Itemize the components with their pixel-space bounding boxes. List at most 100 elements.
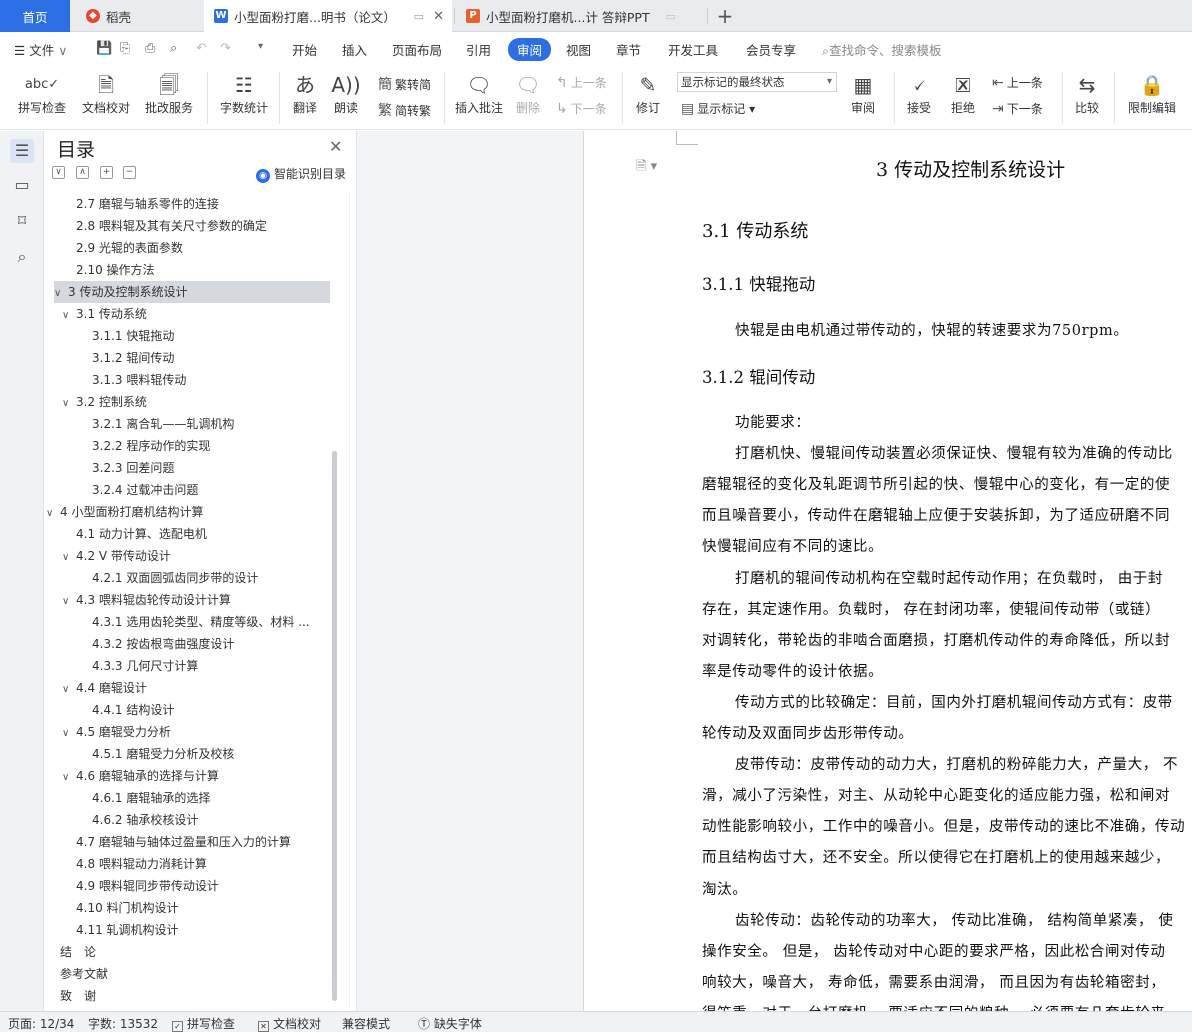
chevron-down-icon[interactable]: ∨: [62, 393, 76, 413]
menu-insert[interactable]: 插入: [342, 40, 367, 59]
accept-button[interactable]: 🗸 接受: [902, 70, 936, 116]
file-menu[interactable]: ☰ 文件 ∨: [14, 40, 67, 59]
toc-item[interactable]: ∨ 4.6 磨辊轴承的选择与计算: [62, 765, 334, 787]
toc-item[interactable]: 4.3.1 选用齿轮类型、精度等级、材料 ...: [78, 611, 334, 633]
toc-item[interactable]: ∨ 4.5 磨辊受力分析: [62, 721, 334, 743]
menu-review[interactable]: 审阅: [508, 38, 552, 61]
toc-item[interactable]: ∨ 3.1 传动系统: [62, 303, 334, 325]
missing-font-status[interactable]: Ⓣ 缺失字体: [418, 1015, 482, 1032]
toc-item[interactable]: 4.2.1 双面圆弧齿同步带的设计: [78, 567, 334, 589]
chevron-down-icon[interactable]: ∨: [62, 723, 76, 743]
quick-access-more-icon[interactable]: ▾: [258, 41, 263, 52]
toc-item[interactable]: 3.2.2 程序动作的实现: [78, 435, 334, 457]
proofread-status[interactable]: ✕ 文档校对: [258, 1015, 321, 1032]
toc-item[interactable]: 2.10 操作方法: [62, 259, 334, 281]
simp-to-trad-button[interactable]: 繁简转繁: [378, 100, 431, 120]
show-marks-button[interactable]: ▤ 显示标记 ▾: [681, 100, 755, 117]
spell-check-status[interactable]: ✓ 拼写检查: [172, 1015, 235, 1032]
delete-comment-button[interactable]: 🗨 删除: [510, 70, 546, 116]
toc-item[interactable]: 2.9 光辊的表面参数: [62, 237, 334, 259]
chapter-nav-icon[interactable]: ▭: [10, 173, 34, 197]
menu-start[interactable]: 开始: [292, 40, 317, 59]
chevron-down-icon[interactable]: ∨: [62, 305, 76, 325]
toc-item[interactable]: 结 论: [46, 941, 334, 963]
toc-item[interactable]: 4.10 料门机构设计: [62, 897, 334, 919]
toc-item[interactable]: ∨ 4.2 V 带传动设计: [62, 545, 334, 567]
chevron-down-icon[interactable]: ∨: [62, 591, 76, 611]
toc-item[interactable]: 4.6.1 磨辊轴承的选择: [78, 787, 334, 809]
add-toc-item-icon[interactable]: +: [100, 166, 113, 179]
command-search[interactable]: ⌕查找命令、搜索模板: [822, 40, 942, 59]
word-count-button[interactable]: ☷ 字数统计: [218, 70, 270, 116]
annotate-service-button[interactable]: 🗐 批改服务: [140, 70, 198, 116]
toc-item[interactable]: 4.7 磨辊轴与轴体过盈量和压入力的计算: [62, 831, 334, 853]
toc-item[interactable]: 4.9 喂料辊同步带传动设计: [62, 875, 334, 897]
chevron-down-icon[interactable]: ∨: [62, 547, 76, 567]
toc-item[interactable]: 4.5.1 磨辊受力分析及校核: [78, 743, 334, 765]
menu-reference[interactable]: 引用: [466, 40, 491, 59]
toc-item[interactable]: 3.1.3 喂料辊传动: [78, 369, 334, 391]
print-icon[interactable]: ⎙: [145, 41, 155, 56]
chevron-down-icon[interactable]: ∨: [54, 283, 68, 303]
next-comment-button[interactable]: ↳ 下一条: [556, 100, 607, 117]
toc-item[interactable]: 3.2.3 回差问题: [78, 457, 334, 479]
prev-change-button[interactable]: ⇤ 上一条: [992, 74, 1043, 91]
compare-button[interactable]: ⇆ 比较: [1070, 70, 1104, 116]
toc-item[interactable]: 4.11 轧调机构设计: [62, 919, 334, 941]
chevron-down-icon[interactable]: ∨: [62, 767, 76, 787]
menu-chapter[interactable]: 章节: [616, 40, 641, 59]
toc-item[interactable]: ∨ 4.4 磨辊设计: [62, 677, 334, 699]
undo-icon[interactable]: ↶: [196, 41, 207, 56]
toc-item[interactable]: 2.7 磨辊与轴系零件的连接: [62, 193, 334, 215]
toc-item[interactable]: ∨ 3.2 控制系统: [62, 391, 334, 413]
chevron-down-icon[interactable]: ∨: [62, 679, 76, 699]
toc-item[interactable]: 4.4.1 结构设计: [78, 699, 334, 721]
toc-item[interactable]: 4.8 喂料辊动力消耗计算: [62, 853, 334, 875]
new-tab-button[interactable]: +: [714, 0, 736, 32]
proofread-button[interactable]: 🗎 文档校对: [80, 70, 132, 116]
expand-all-icon[interactable]: ∧: [76, 166, 89, 179]
collapse-all-icon[interactable]: ∨: [52, 166, 65, 179]
document-page[interactable]: 🗎 ▾ 3 传动及控制系统设计 3.1 传动系统 3.1.1 快辊拖动 快辊是由…: [584, 131, 1192, 1011]
close-tab-icon[interactable]: ✕: [433, 9, 444, 24]
menu-developer[interactable]: 开发工具: [668, 40, 718, 59]
page-options-icon[interactable]: 🗎 ▾: [636, 157, 657, 179]
insert-comment-button[interactable]: 🗨 插入批注: [452, 70, 506, 116]
reject-button[interactable]: 🗷 拒绝: [946, 70, 980, 116]
mark-state-select[interactable]: 显示标记的最终状态: [677, 72, 837, 92]
next-change-button[interactable]: ⇥ 下一条: [992, 100, 1043, 117]
toc-item[interactable]: 3.2.1 离合轧——轧调机构: [78, 413, 334, 435]
remove-toc-item-icon[interactable]: −: [123, 166, 136, 179]
search-icon[interactable]: ⌕: [10, 245, 34, 269]
tab-home[interactable]: 首页: [0, 0, 70, 32]
page-indicator[interactable]: 页面: 12/34: [8, 1015, 74, 1032]
trad-to-simp-button[interactable]: 簡繁转简: [378, 74, 431, 94]
screen-icon[interactable]: ▭: [414, 10, 424, 23]
toc-item[interactable]: ∨ 3 传动及控制系统设计: [54, 281, 330, 303]
word-count-status[interactable]: 字数: 13532: [88, 1015, 158, 1032]
toc-item[interactable]: ∨ 4 小型面粉打磨机结构计算: [46, 501, 334, 523]
toc-scrollbar[interactable]: [332, 451, 337, 1001]
review-pane-button[interactable]: ▦ 审阅: [846, 70, 880, 116]
toc-item[interactable]: 3.2.4 过载冲击问题: [78, 479, 334, 501]
chevron-down-icon[interactable]: ∨: [46, 503, 60, 523]
restrict-edit-button[interactable]: 🔒 限制编辑: [1124, 70, 1180, 116]
export-icon[interactable]: ⎘: [120, 41, 130, 56]
menu-layout[interactable]: 页面布局: [392, 40, 442, 59]
toc-item[interactable]: 致 谢: [46, 985, 334, 1007]
tab-document-active[interactable]: W 小型面粉打磨...明书（论文） ▭ ✕: [204, 0, 452, 32]
tab-docer[interactable]: ◆ 稻壳: [74, 0, 200, 32]
toc-item[interactable]: 3.1.1 快辊拖动: [78, 325, 334, 347]
toc-item[interactable]: 参考文献: [46, 963, 334, 985]
toc-item[interactable]: ∨ 4.3 喂料辊齿轮传动设计计算: [62, 589, 334, 611]
revise-button[interactable]: ✎ 修订: [630, 70, 666, 116]
prev-comment-button[interactable]: ↰ 上一条: [556, 74, 607, 91]
toc-item[interactable]: 4.3.3 几何尺寸计算: [78, 655, 334, 677]
toc-item[interactable]: 4.3.2 按齿根弯曲强度设计: [78, 633, 334, 655]
translate-button[interactable]: あ 翻译: [288, 70, 322, 116]
read-aloud-button[interactable]: A)) 朗读: [330, 70, 362, 116]
toc-item[interactable]: 2.8 喂料辊及其有关尺寸参数的确定: [62, 215, 334, 237]
redo-icon[interactable]: ↷: [220, 41, 231, 56]
spell-check-button[interactable]: abc✓ 拼写检查: [12, 70, 72, 116]
screen-icon[interactable]: ▭: [666, 10, 676, 23]
